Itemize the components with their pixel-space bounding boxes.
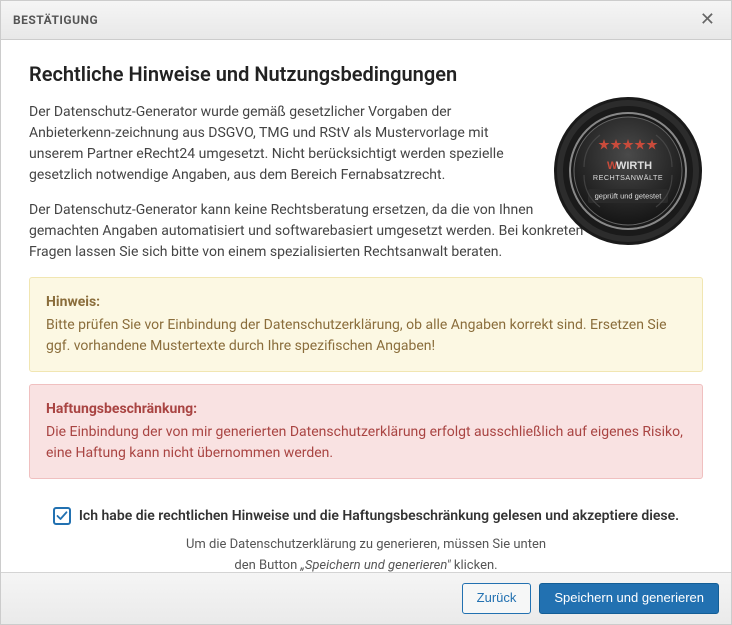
modal-body: Rechtliche Hinweise und Nutzungsbedingun…	[1, 40, 731, 572]
seal-badge: W WIRTH RECHTSANWÄLTE geprüft und getest…	[553, 96, 703, 246]
hint-alert-title: Hinweis:	[46, 292, 686, 313]
body-content: W WIRTH RECHTSANWÄLTE geprüft und getest…	[29, 102, 703, 572]
seal-icon: W WIRTH RECHTSANWÄLTE geprüft und getest…	[553, 96, 703, 246]
intro-paragraph-2: Der Datenschutz-Generator kann keine Rec…	[29, 200, 589, 263]
note-line2-em: „Speichern und generieren"	[301, 558, 451, 572]
modal-header: BESTÄTIGUNG ✕	[1, 1, 731, 40]
liability-alert-title: Haftungsbeschränkung:	[46, 399, 686, 420]
seal-caption: geprüft und getestet	[595, 192, 663, 201]
confirmation-modal: BESTÄTIGUNG ✕ Rechtliche Hinweise und Nu…	[0, 0, 732, 625]
note-line2-pre: den Button	[234, 558, 300, 572]
modal-title: BESTÄTIGUNG	[13, 13, 98, 27]
back-button[interactable]: Zurück	[462, 583, 532, 614]
note-line1: Um die Datenschutzerklärung zu generiere…	[186, 537, 546, 552]
liability-alert: Haftungsbeschränkung: Die Einbindung der…	[29, 384, 703, 479]
page-title: Rechtliche Hinweise und Nutzungsbedingun…	[29, 62, 703, 86]
liability-alert-text: Die Einbindung der von mir generierten D…	[46, 424, 683, 461]
accept-label: Ich habe die rechtlichen Hinweise und di…	[79, 508, 679, 524]
intro-paragraph-1: Der Datenschutz-Generator wurde gemäß ge…	[29, 102, 529, 186]
accept-checkbox[interactable]	[53, 507, 71, 525]
seal-subtitle: RECHTSANWÄLTE	[593, 173, 663, 182]
close-icon[interactable]: ✕	[696, 9, 719, 31]
seal-brand: WIRTH	[616, 160, 652, 172]
accept-row: Ich habe die rechtlichen Hinweise und di…	[29, 507, 703, 525]
note-line2-post: klicken.	[451, 558, 498, 572]
modal-footer: Zurück Speichern und generieren	[1, 572, 731, 624]
checkmark-icon	[56, 510, 68, 522]
hint-alert: Hinweis: Bitte prüfen Sie vor Einbindung…	[29, 277, 703, 372]
hint-alert-text: Bitte prüfen Sie vor Einbindung der Date…	[46, 317, 667, 354]
save-generate-button[interactable]: Speichern und generieren	[539, 583, 719, 614]
generate-note: Um die Datenschutzerklärung zu generiere…	[29, 535, 703, 572]
